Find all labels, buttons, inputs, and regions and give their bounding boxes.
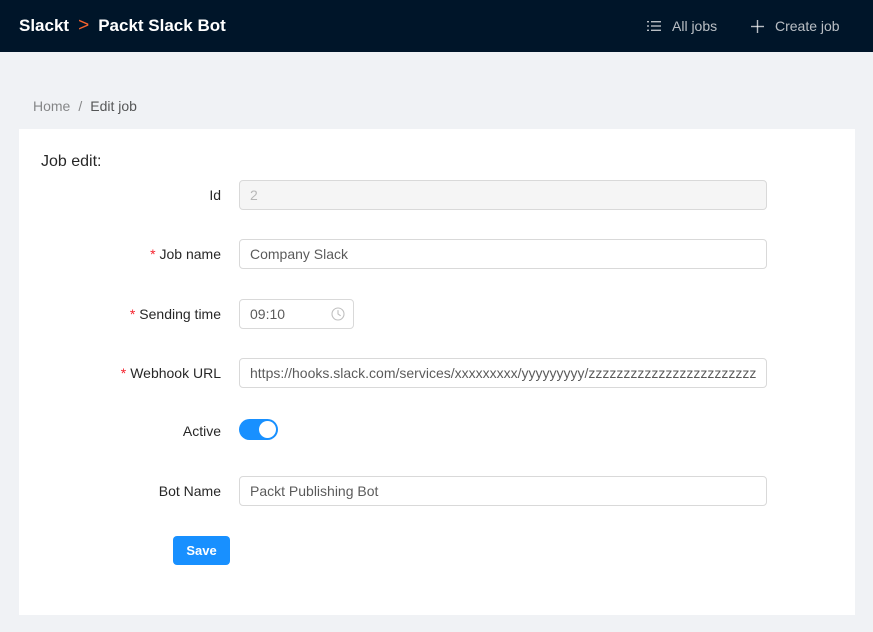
- id-field: [239, 180, 767, 210]
- id-label-text: Id: [209, 187, 221, 203]
- webhook-url-label: * Webhook URL: [121, 358, 221, 388]
- form-row-bot-name: Bot Name: [19, 476, 855, 506]
- nav-all-jobs[interactable]: All jobs: [647, 0, 717, 52]
- bot-name-label: Bot Name: [159, 476, 221, 506]
- active-label-text: Active: [182, 423, 221, 439]
- sending-time-label: * Sending time: [130, 299, 221, 329]
- form-row-job-name: * Job name: [19, 239, 855, 269]
- brand-separator: >: [78, 15, 90, 36]
- nav-create-job-label: Create job: [775, 18, 840, 34]
- bot-name-field[interactable]: [239, 476, 767, 506]
- toggle-knob: [259, 421, 276, 438]
- breadcrumb-home[interactable]: Home: [33, 98, 70, 114]
- clock-icon[interactable]: [331, 307, 345, 321]
- form-row-webhook-url: * Webhook URL: [19, 358, 855, 388]
- id-label: Id: [209, 180, 221, 210]
- job-name-field[interactable]: [239, 239, 767, 269]
- job-name-label-text: Job name: [159, 246, 221, 262]
- top-navbar: Slackt > Packt Slack Bot All jobs Create…: [0, 0, 873, 52]
- required-mark: *: [120, 365, 127, 381]
- nav-create-job[interactable]: Create job: [751, 0, 840, 52]
- form-row-active: Active: [19, 416, 855, 446]
- breadcrumb-current: Edit job: [90, 98, 137, 114]
- plus-icon: [751, 19, 764, 33]
- webhook-url-label-text: Webhook URL: [130, 365, 221, 381]
- breadcrumb-separator: /: [78, 98, 83, 114]
- webhook-url-field[interactable]: [239, 358, 767, 388]
- required-mark: *: [150, 246, 156, 262]
- project-name: Packt Slack Bot: [98, 16, 226, 35]
- form-row-id: Id: [19, 180, 855, 210]
- sending-time-label-text: Sending time: [139, 306, 221, 322]
- brand: Slackt > Packt Slack Bot: [19, 0, 226, 52]
- active-label: Active: [183, 416, 221, 446]
- list-icon: [647, 20, 661, 32]
- job-edit-card: Job edit: Id * Job name * Sending time *: [19, 129, 855, 615]
- form-row-sending-time: * Sending time: [19, 299, 855, 329]
- active-toggle[interactable]: [239, 419, 278, 440]
- required-mark: *: [129, 306, 136, 322]
- bot-name-label-text: Bot Name: [158, 483, 221, 499]
- breadcrumb: Home / Edit job: [33, 98, 137, 114]
- nav-all-jobs-label: All jobs: [672, 18, 718, 34]
- app-name[interactable]: Slackt: [19, 16, 69, 36]
- save-button[interactable]: Save: [173, 536, 230, 565]
- job-name-label: * Job name: [150, 239, 221, 269]
- form-title: Job edit:: [41, 153, 102, 170]
